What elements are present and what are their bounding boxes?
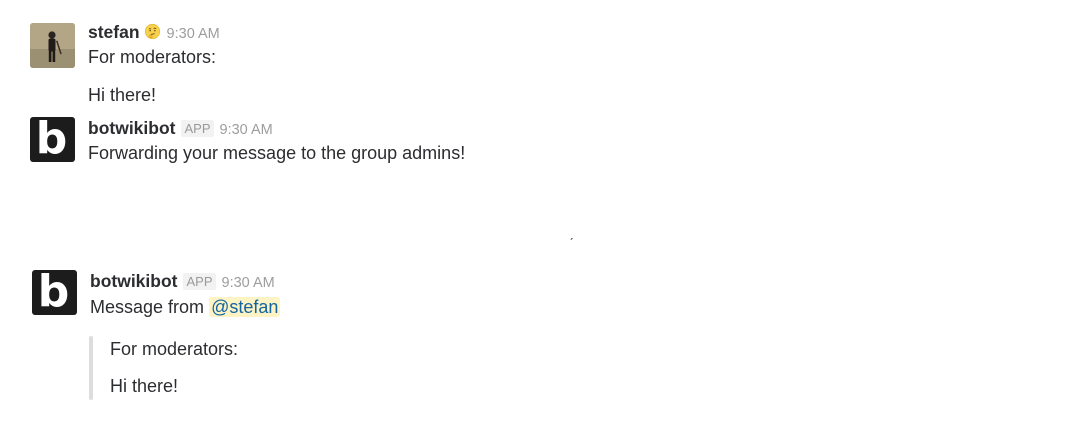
bot-avatar[interactable]: b [30,117,75,162]
message-header: botwikibot APP 9:30 AM [90,271,275,293]
message-timestamp[interactable]: 9:30 AM [167,26,220,42]
bot-avatar[interactable]: b [32,270,77,315]
app-badge: APP [183,273,216,290]
attachment-quote-bar [89,336,93,400]
bot-logo-letter: b [35,117,68,162]
thinking-face-icon[interactable] [144,23,161,40]
message-text-line: Message from @stefan [90,296,281,318]
message-text-line: Hi there! [88,85,157,105]
message-header: botwikibot APP 9:30 AM [88,118,273,140]
user-avatar-stefan[interactable] [30,23,75,68]
user-mention-link[interactable]: @stefan [209,297,281,317]
message-timestamp[interactable]: 9:30 AM [222,275,275,291]
app-badge: APP [181,120,214,137]
message-prefix: Message from [90,297,205,317]
message-text-line: For moderators: [88,47,217,67]
user-photo-image [30,23,75,68]
sender-name[interactable]: botwikibot [90,271,177,291]
message-timestamp[interactable]: 9:30 AM [220,122,273,138]
message-text-line: Forwarding your message to the group adm… [88,143,466,163]
message-header: stefan 9:30 AM [88,22,220,44]
stray-mark: ˏ [569,224,574,240]
quote-text-line: For moderators: [110,339,239,359]
sender-name[interactable]: botwikibot [88,118,175,138]
quote-text-line: Hi there! [110,376,179,396]
sender-name[interactable]: stefan [88,22,140,42]
bot-logo-letter: b [37,270,70,315]
